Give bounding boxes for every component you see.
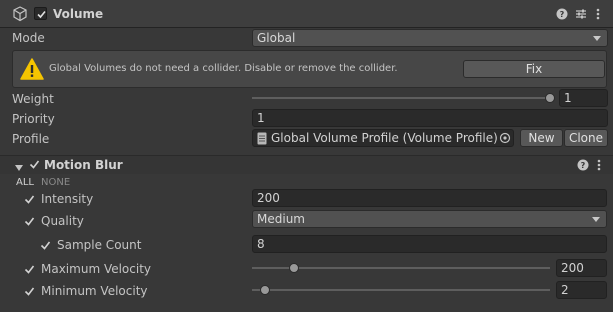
new-profile-button[interactable]: New (520, 129, 563, 147)
weight-slider-thumb[interactable] (545, 93, 555, 103)
profile-label: Profile (12, 132, 50, 146)
profile-object-field[interactable]: Global Volume Profile (Volume Profile) (252, 129, 514, 147)
chevron-down-icon (593, 36, 601, 41)
mode-label: Mode (12, 31, 45, 45)
object-picker-icon[interactable] (499, 132, 511, 146)
svg-text:?: ? (560, 10, 565, 19)
priority-input[interactable]: 1 (252, 109, 608, 127)
warning-icon (20, 58, 44, 83)
priority-label: Priority (12, 112, 55, 126)
asset-icon (257, 132, 267, 146)
intensity-label: Intensity (41, 192, 94, 206)
preset-icon[interactable] (575, 8, 587, 23)
motion-blur-enabled-check[interactable] (29, 159, 40, 173)
more-icon[interactable] (596, 8, 600, 23)
max-velocity-slider-thumb[interactable] (288, 263, 299, 273)
weight-label: Weight (12, 92, 54, 106)
quality-value: Medium (257, 212, 305, 226)
toggle-none-link[interactable]: NONE (41, 177, 70, 188)
intensity-input[interactable]: 200 (252, 189, 607, 207)
quality-dropdown[interactable]: Medium (252, 210, 607, 228)
sample-count-input[interactable]: 8 (252, 235, 607, 253)
component-title: Volume (53, 7, 104, 21)
weight-slider-track[interactable] (252, 97, 552, 99)
max-velocity-label: Maximum Velocity (41, 262, 152, 276)
foldout-arrow-icon[interactable] (15, 161, 23, 175)
svg-text:?: ? (581, 161, 586, 170)
clone-profile-button[interactable]: Clone (564, 129, 608, 147)
warning-message: Global Volumes do not need a collider. D… (49, 63, 398, 74)
min-velocity-slider-thumb[interactable] (260, 285, 271, 295)
sample-count-label: Sample Count (57, 238, 142, 252)
motion-blur-header[interactable]: Motion Blur ? (0, 155, 613, 174)
section-more-icon[interactable] (597, 159, 601, 174)
quality-override-checkbox[interactable] (24, 216, 35, 230)
collider-warning-box: Global Volumes do not need a collider. D… (12, 50, 607, 88)
motion-blur-title: Motion Blur (44, 158, 123, 172)
mode-dropdown[interactable]: Global (252, 29, 608, 47)
component-enabled-checkbox[interactable] (34, 7, 47, 20)
intensity-override-checkbox[interactable] (24, 194, 35, 208)
mode-value: Global (257, 31, 296, 45)
max-velocity-override-checkbox[interactable] (24, 264, 35, 278)
sample-count-override-checkbox[interactable] (40, 240, 51, 254)
min-velocity-override-checkbox[interactable] (24, 286, 35, 300)
profile-value: Global Volume Profile (Volume Profile) (271, 131, 498, 145)
cube-icon (12, 6, 28, 25)
fix-button[interactable]: Fix (463, 60, 605, 78)
min-velocity-input[interactable]: 2 (556, 281, 607, 299)
toggle-all-link[interactable]: ALL (16, 177, 34, 188)
help-icon[interactable]: ? (556, 8, 568, 23)
section-help-icon[interactable]: ? (577, 159, 589, 174)
min-velocity-label: Minimum Velocity (41, 284, 148, 298)
max-velocity-input[interactable]: 200 (556, 259, 607, 277)
component-header[interactable]: Volume ? (0, 0, 613, 28)
chevron-down-icon (592, 217, 600, 222)
weight-input[interactable]: 1 (559, 89, 608, 107)
quality-label: Quality (41, 214, 84, 228)
min-velocity-slider-track[interactable] (252, 289, 550, 291)
